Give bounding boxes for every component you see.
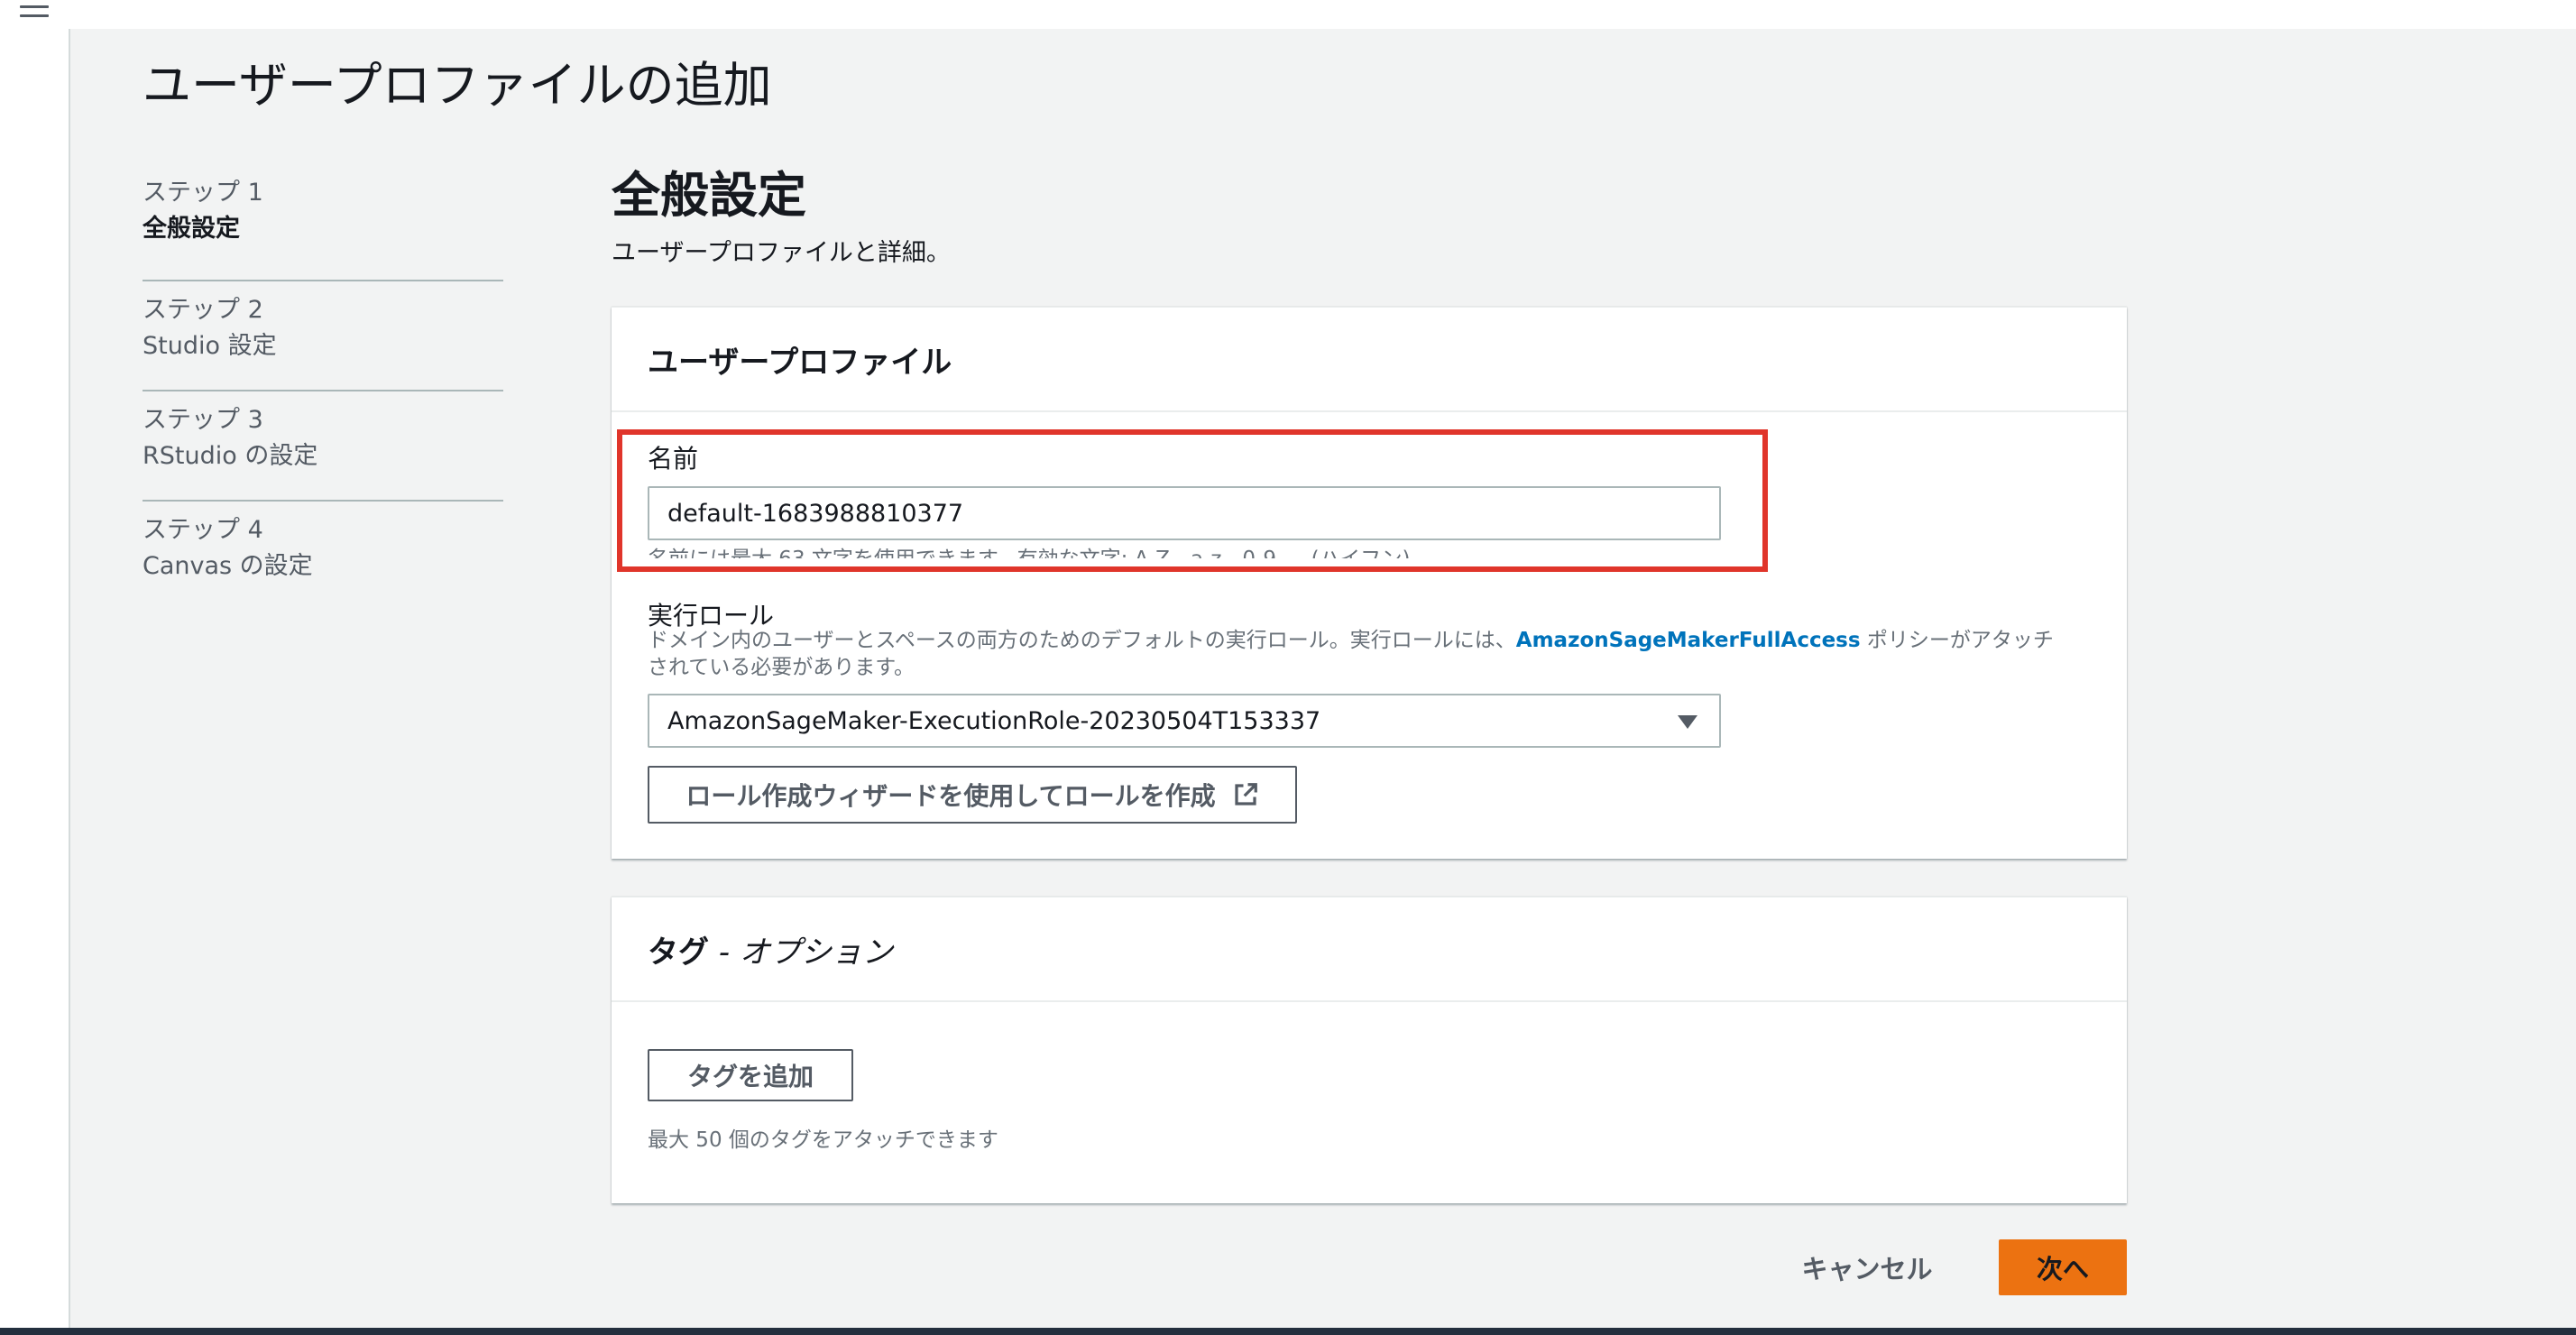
optional-suffix: - オプション <box>709 934 893 971</box>
panel-title: タグ - オプション <box>648 927 893 971</box>
caret-down-icon <box>1678 715 1697 729</box>
tags-hint: 最大 50 個のタグをアタッチできます <box>648 1128 998 1152</box>
step-canvas[interactable]: ステップ 4 Canvas の設定 <box>143 502 503 612</box>
add-tag-button[interactable]: タグを追加 <box>648 1049 853 1101</box>
name-hint: 名前には最大 63 文字を使用できます。有効な文字: A-Z、a-z、0-9、-… <box>648 546 1411 558</box>
create-role-wizard-button[interactable]: ロール作成ウィザードを使用してロールを作成 <box>648 766 1297 824</box>
name-label: 名前 <box>648 444 699 474</box>
step-label: Canvas の設定 <box>143 552 313 580</box>
wizard-steps: ステップ 1 全般設定 ステップ 2 Studio 設定 ステップ 3 RStu… <box>143 171 503 612</box>
step-number: ステップ 1 <box>143 179 263 207</box>
section-title: 全般設定 <box>612 167 806 224</box>
step-label: 全般設定 <box>143 215 240 243</box>
step-number: ステップ 3 <box>143 406 263 434</box>
step-rstudio[interactable]: ステップ 3 RStudio の設定 <box>143 391 503 502</box>
top-bar <box>0 0 2576 29</box>
user-profile-panel: ユーザープロファイル 名前 default-1683988810377 名前には… <box>612 307 2127 859</box>
create-role-label: ロール作成ウィザードを使用してロールを作成 <box>685 781 1216 811</box>
hamburger-icon[interactable] <box>20 5 49 27</box>
left-navigation-rail <box>0 29 70 1328</box>
role-desc-text: ドメイン内のユーザーとスペースの両方のためのデフォルトの実行ロール。実行ロールに… <box>648 629 1516 652</box>
execution-role-select[interactable]: AmazonSageMaker-ExecutionRole-20230504T1… <box>648 694 1721 748</box>
step-number: ステップ 2 <box>143 296 263 324</box>
tags-title: タグ <box>648 934 709 971</box>
panel-title: ユーザープロファイル <box>648 344 952 381</box>
step-label: RStudio の設定 <box>143 442 318 470</box>
tags-panel: タグ - オプション タグを追加 最大 50 個のタグをアタッチできます <box>612 897 2127 1203</box>
next-button[interactable]: 次へ <box>1999 1239 2127 1295</box>
cancel-button[interactable]: キャンセル <box>1786 1239 1948 1295</box>
execution-role-description: ドメイン内のユーザーとスペースの両方のためのデフォルトの実行ロール。実行ロールに… <box>648 627 2073 681</box>
bottom-bar <box>0 1328 2576 1335</box>
page-title: ユーザープロファイルの追加 <box>143 57 772 114</box>
execution-role-value: AmazonSageMaker-ExecutionRole-20230504T1… <box>667 706 1321 735</box>
external-link-icon <box>1234 783 1257 806</box>
name-hint-clip: 名前には最大 63 文字を使用できます。有効な文字: A-Z、a-z、0-9、-… <box>648 546 1721 558</box>
panel-header: タグ - オプション <box>612 898 2127 1002</box>
name-input-value: default-1683988810377 <box>667 499 964 528</box>
add-tag-label: タグを追加 <box>686 1062 814 1091</box>
step-general[interactable]: ステップ 1 全般設定 <box>143 171 503 281</box>
panel-header: ユーザープロファイル <box>612 308 2127 412</box>
step-label: Studio 設定 <box>143 332 277 360</box>
step-studio[interactable]: ステップ 2 Studio 設定 <box>143 281 503 391</box>
step-number: ステップ 4 <box>143 516 263 544</box>
section-description: ユーザープロファイルと詳細。 <box>612 239 951 267</box>
full-access-policy-link[interactable]: AmazonSageMakerFullAccess <box>1516 629 1861 652</box>
name-input[interactable]: default-1683988810377 <box>648 486 1721 540</box>
